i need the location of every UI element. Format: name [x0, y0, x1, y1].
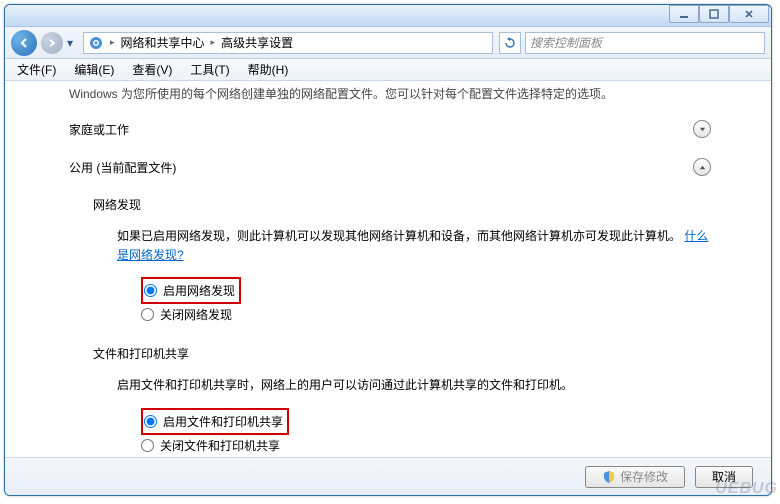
radio-disable-network-discovery[interactable] [141, 308, 154, 321]
cancel-button-label: 取消 [712, 468, 736, 485]
profile-home-label: 家庭或工作 [69, 121, 129, 138]
nav-bar: ▾ ▸ 网络和共享中心 ▸ 高级共享设置 搜索控制面板 [5, 27, 771, 59]
shield-icon [602, 470, 616, 484]
close-button[interactable] [729, 5, 769, 23]
breadcrumb-item[interactable]: 高级共享设置 [221, 34, 293, 51]
highlight-box: 启用网络发现 [141, 277, 241, 304]
radio-disable-file-printer-sharing[interactable] [141, 439, 154, 452]
menu-tools[interactable]: 工具(T) [182, 59, 237, 80]
highlight-box: 启用文件和打印机共享 [141, 408, 289, 435]
page-description: Windows 为您所使用的每个网络创建单独的网络配置文件。您可以针对每个配置文… [69, 85, 711, 102]
breadcrumb-separator-icon: ▸ [211, 37, 216, 48]
section-title-network-discovery: 网络发现 [93, 196, 711, 213]
menu-bar: 文件(F) 编辑(E) 查看(V) 工具(T) 帮助(H) [5, 59, 771, 81]
profile-public-label: 公用 (当前配置文件) [69, 159, 176, 176]
menu-edit[interactable]: 编辑(E) [66, 59, 122, 80]
section-title-file-printer-sharing: 文件和打印机共享 [93, 345, 711, 362]
radio-enable-file-printer-sharing[interactable] [144, 415, 157, 428]
forward-button[interactable] [41, 32, 63, 54]
cancel-button[interactable]: 取消 [695, 466, 753, 488]
content-area: Windows 为您所使用的每个网络创建单独的网络配置文件。您可以针对每个配置文… [5, 83, 771, 457]
save-changes-button[interactable]: 保存修改 [585, 466, 685, 488]
network-discovery-description: 如果已启用网络发现，则此计算机可以发现其他网络计算机和设备，而其他网络计算机亦可… [117, 227, 711, 265]
search-placeholder: 搜索控制面板 [530, 34, 602, 51]
radio-enable-network-discovery[interactable] [144, 284, 157, 297]
menu-view[interactable]: 查看(V) [124, 59, 180, 80]
collapse-button[interactable] [693, 158, 711, 176]
breadcrumb-separator-icon: ▸ [110, 37, 115, 48]
network-icon [88, 35, 104, 51]
breadcrumb-item[interactable]: 网络和共享中心 [121, 34, 205, 51]
file-printer-description: 启用文件和打印机共享时，网络上的用户可以访问通过此计算机共享的文件和打印机。 [117, 376, 711, 395]
footer-bar: 保存修改 取消 [5, 457, 771, 495]
save-button-label: 保存修改 [620, 468, 668, 485]
address-bar[interactable]: ▸ 网络和共享中心 ▸ 高级共享设置 [83, 32, 493, 54]
menu-help[interactable]: 帮助(H) [240, 59, 297, 80]
radio-label: 关闭网络发现 [160, 306, 232, 323]
maximize-button[interactable] [699, 5, 729, 23]
radio-label: 启用文件和打印机共享 [163, 413, 283, 430]
search-input[interactable]: 搜索控制面板 [525, 32, 765, 54]
menu-file[interactable]: 文件(F) [9, 59, 64, 80]
expand-button[interactable] [693, 120, 711, 138]
history-dropdown-icon[interactable]: ▾ [67, 36, 79, 50]
refresh-button[interactable] [499, 32, 521, 54]
radio-label: 关闭文件和打印机共享 [160, 437, 280, 454]
minimize-button[interactable] [669, 5, 699, 23]
radio-label: 启用网络发现 [163, 282, 235, 299]
title-bar [5, 5, 771, 27]
back-button[interactable] [11, 30, 37, 56]
